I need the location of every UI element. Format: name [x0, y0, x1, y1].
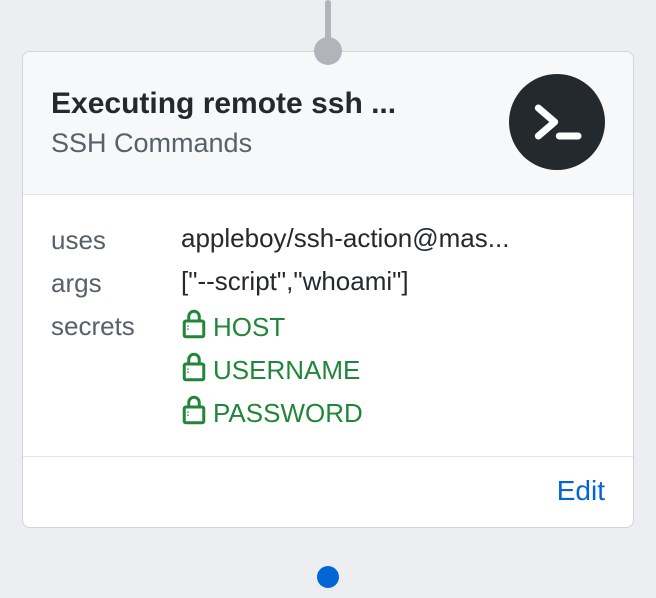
secret-item: PASSWORD	[181, 395, 363, 432]
secret-name: PASSWORD	[213, 398, 363, 429]
secrets-label: secrets	[51, 309, 181, 342]
connector-dot-top	[314, 37, 342, 65]
secrets-list: HOST USERNAME	[181, 309, 363, 432]
uses-label: uses	[51, 223, 181, 256]
terminal-icon	[509, 74, 605, 170]
workflow-step-card: Executing remote ssh ... SSH Commands us…	[22, 51, 634, 528]
secret-item: USERNAME	[181, 352, 363, 389]
uses-value: appleboy/ssh-action@mas...	[181, 223, 605, 254]
step-title: Executing remote ssh ...	[51, 86, 493, 122]
secret-name: HOST	[213, 312, 285, 343]
connector-dot-bottom[interactable]	[317, 566, 339, 588]
card-body: uses appleboy/ssh-action@mas... args ["-…	[23, 195, 633, 456]
card-header: Executing remote ssh ... SSH Commands	[23, 52, 633, 195]
args-label: args	[51, 266, 181, 299]
lock-icon	[181, 395, 207, 432]
card-footer: Edit	[23, 456, 633, 527]
lock-icon	[181, 309, 207, 346]
edit-button[interactable]: Edit	[557, 475, 605, 507]
lock-icon	[181, 352, 207, 389]
secret-item: HOST	[181, 309, 363, 346]
secret-name: USERNAME	[213, 355, 360, 386]
step-subtitle: SSH Commands	[51, 128, 493, 159]
args-row: args ["--script","whoami"]	[51, 266, 605, 299]
header-text: Executing remote ssh ... SSH Commands	[51, 86, 509, 159]
uses-row: uses appleboy/ssh-action@mas...	[51, 223, 605, 256]
secrets-row: secrets HOST	[51, 309, 605, 432]
args-value: ["--script","whoami"]	[181, 266, 605, 297]
